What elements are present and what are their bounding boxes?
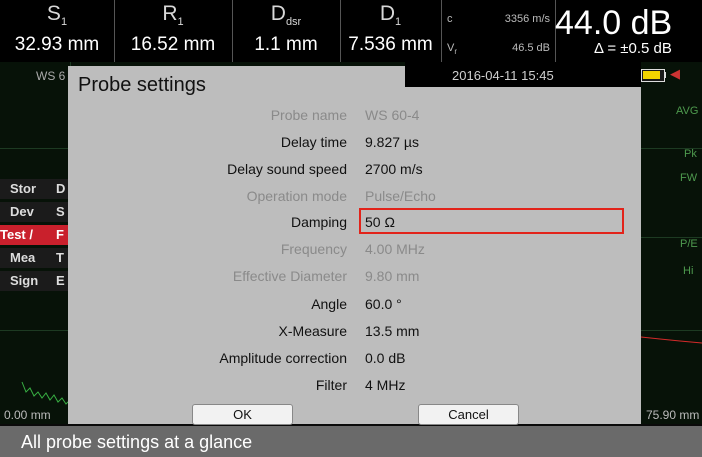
delay-sound-speed-value[interactable]: 2700 m/s [365, 161, 423, 177]
measurement-ddsr-label: Ddsr [270, 2, 302, 29]
delay-sound-speed-label: Delay sound speed [227, 161, 347, 177]
delay-time-value[interactable]: 9.827 µs [365, 134, 419, 150]
amplitude-correction-label: Amplitude correction [219, 350, 347, 366]
delay-time-label: Delay time [280, 134, 347, 150]
amplitude-correction-value[interactable]: 0.0 dB [365, 350, 405, 366]
x-measure-value[interactable]: 13.5 mm [365, 323, 419, 339]
column-divider [441, 0, 442, 62]
axis-end-label: 75.90 mm [646, 408, 700, 422]
reference-gain-label: Vr [447, 42, 458, 57]
angle-value[interactable]: 60.0 ° [365, 296, 402, 312]
x-measure-label: X-Measure [278, 323, 347, 339]
measurement-s1-value: 32.93 mm [14, 34, 100, 55]
gain-readout[interactable]: 44.0 dB [555, 4, 672, 43]
gain-step-readout: Δ = ±0.5 dB [594, 40, 672, 57]
frequency-value: 4.00 MHz [365, 241, 425, 257]
dialog-title: Probe settings [78, 74, 206, 96]
frequency-label: Frequency [280, 241, 347, 257]
operation-mode-label: Operation mode [246, 188, 347, 204]
sound-speed-value: 3356 m/s [504, 13, 550, 25]
measurement-d1-label: D1 [379, 2, 402, 29]
measurement-ddsr-value: 1.1 mm [254, 34, 318, 55]
measurement-d1-value: 7.536 mm [348, 34, 433, 55]
cancel-button[interactable]: Cancel [418, 404, 519, 425]
caption-text: All probe settings at a glance [21, 432, 253, 452]
angle-label: Angle [311, 296, 347, 312]
probe-name-value: WS 60-4 [365, 107, 420, 123]
reference-gain-value: 46.5 dB [512, 42, 550, 54]
measurement-r1-value: 16.52 mm [130, 34, 216, 55]
ok-button[interactable]: OK [192, 404, 293, 425]
sound-speed-label: c [447, 13, 453, 25]
effective-diameter-value: 9.80 mm [365, 268, 420, 284]
axis-start-label: 0.00 mm [4, 408, 51, 422]
date-time-overlay: 2016-04-11 15:45 [452, 68, 554, 83]
effective-diameter-label: Effective Diameter [232, 268, 347, 284]
filter-value[interactable]: 4 MHz [365, 377, 405, 393]
measurement-s1-label: S1 [46, 2, 68, 29]
damping-label: Damping [290, 214, 347, 230]
measurement-r1-label: R1 [162, 2, 184, 29]
damping-highlight [359, 208, 624, 234]
operation-mode-value: Pulse/Echo [365, 188, 436, 204]
filter-label: Filter [315, 377, 347, 393]
probe-name-label: Probe name [270, 107, 347, 123]
